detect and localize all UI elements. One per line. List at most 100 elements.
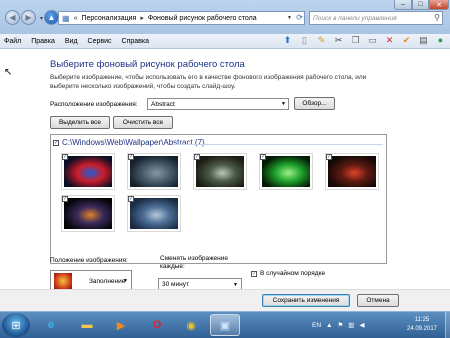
- address-chevron[interactable]: «: [74, 15, 78, 22]
- document-icon[interactable]: ▯: [299, 35, 310, 46]
- cut-icon[interactable]: ✂: [333, 35, 344, 46]
- thumbnail-checkbox[interactable]: ✓: [62, 154, 68, 160]
- main-content: Выберите фоновый рисунок рабочего стола …: [0, 49, 450, 290]
- back-arrow-icon: ◀: [9, 13, 16, 22]
- position-preview-icon: [54, 273, 72, 289]
- delete-icon[interactable]: ✕: [384, 35, 395, 46]
- page-title: Выберите фоновый рисунок рабочего стола: [50, 59, 245, 70]
- search-input[interactable]: Поиск в панели управления ⚲: [309, 11, 443, 25]
- wallpaper-image: [328, 156, 376, 187]
- group-checkbox[interactable]: ✓: [53, 139, 59, 146]
- dialog-footer: Сохранить изменения Отмена: [0, 289, 450, 311]
- save-button[interactable]: Сохранить изменения: [262, 294, 350, 307]
- action-center-icon[interactable]: ⚑: [337, 321, 343, 329]
- breadcrumb-separator-icon[interactable]: ▸: [140, 14, 144, 22]
- position-value: Заполнение: [89, 278, 126, 285]
- breadcrumb-desktop-background[interactable]: Фоновый рисунок рабочего стола: [148, 15, 257, 22]
- taskbar-explorer[interactable]: ▬: [72, 314, 102, 336]
- group-divider: [173, 144, 383, 145]
- interval-value: 30 минут: [162, 280, 189, 288]
- wallpaper-thumbnail[interactable]: ✓: [127, 195, 181, 232]
- show-desktop-button[interactable]: [445, 312, 450, 338]
- wallpaper-image: [262, 156, 310, 187]
- wallpaper-image: [130, 156, 178, 187]
- cancel-button[interactable]: Отмена: [357, 294, 399, 307]
- search-icon[interactable]: ⚲: [434, 13, 440, 22]
- thumbnail-checkbox[interactable]: ✓: [194, 154, 200, 160]
- language-indicator[interactable]: EN: [312, 322, 321, 329]
- check-icon[interactable]: ✔: [401, 35, 412, 46]
- up-arrow-icon: ▲: [47, 13, 56, 22]
- browse-button[interactable]: Обзор...: [294, 97, 335, 110]
- wallpaper-image: [64, 156, 112, 187]
- back-button[interactable]: ◀: [5, 10, 20, 25]
- shuffle-option[interactable]: ✓ В случайном порядке: [251, 270, 325, 277]
- menu-bar: Файл Правка Вид Сервис Справка ⬆ ▯ ✎ ✂ ❐…: [0, 34, 450, 49]
- chevron-down-icon: ▼: [233, 282, 238, 288]
- location-value: Abstract: [151, 100, 175, 108]
- thumbnail-checkbox[interactable]: ✓: [128, 196, 134, 202]
- location-select[interactable]: Abstract ▼: [147, 98, 289, 110]
- search-placeholder: Поиск в панели управления: [313, 14, 397, 22]
- wallpaper-thumbnail[interactable]: ✓: [127, 153, 181, 190]
- menu-help[interactable]: Справка: [122, 38, 149, 45]
- upload-icon[interactable]: ⬆: [282, 35, 293, 46]
- minimize-button[interactable]: –: [394, 0, 412, 10]
- breadcrumb-personalization[interactable]: Персонализация: [81, 15, 136, 22]
- clear-all-button[interactable]: Очистить все: [113, 116, 173, 129]
- copy-icon[interactable]: ❐: [350, 35, 361, 46]
- shuffle-checkbox[interactable]: ✓: [251, 270, 257, 277]
- ie-icon: e: [47, 319, 55, 331]
- properties-icon[interactable]: ▤: [418, 35, 429, 46]
- maximize-button[interactable]: □: [412, 0, 429, 10]
- tray-expand-icon[interactable]: ▲: [326, 322, 332, 329]
- thumbnail-checkbox[interactable]: ✓: [62, 196, 68, 202]
- maximize-icon: □: [418, 1, 423, 8]
- group-header[interactable]: ✓ C:\Windows\Web\Wallpaper\Abstract (7): [53, 138, 205, 147]
- start-button[interactable]: ⊞: [2, 313, 30, 337]
- network-icon[interactable]: ▥: [348, 321, 354, 329]
- close-button[interactable]: ✕: [429, 0, 449, 10]
- position-select[interactable]: Заполнение ▼: [50, 270, 132, 290]
- thumbnail-checkbox[interactable]: ✓: [260, 154, 266, 160]
- menu-file[interactable]: Файл: [4, 38, 21, 45]
- wallpaper-thumbnail[interactable]: ✓: [61, 153, 115, 190]
- taskbar: ⊞ e ▬ ▶ O ◉ ▣ EN ▲ ⚑ ▥ ◀ 11:25 24.09.201…: [0, 311, 450, 338]
- thumbnail-checkbox[interactable]: ✓: [326, 154, 332, 160]
- paste-icon[interactable]: ▭: [367, 35, 378, 46]
- thumbnail-checkbox[interactable]: ✓: [128, 154, 134, 160]
- pin-icon[interactable]: ✎: [316, 35, 327, 46]
- wallpaper-thumbnail[interactable]: ✓: [193, 153, 247, 190]
- menu-edit[interactable]: Правка: [31, 38, 55, 45]
- menu-view[interactable]: Вид: [65, 38, 78, 45]
- wallpaper-thumbnail[interactable]: ✓: [61, 195, 115, 232]
- address-bar[interactable]: ▦ « Персонализация ▸ Фоновый рисунок раб…: [58, 11, 305, 25]
- minimize-icon: –: [401, 1, 405, 8]
- wallpaper-gallery[interactable]: ✓ C:\Windows\Web\Wallpaper\Abstract (7) …: [50, 134, 387, 264]
- select-all-button[interactable]: Выделить все: [50, 116, 110, 129]
- taskbar-opera[interactable]: O: [142, 314, 172, 336]
- clock[interactable]: 11:25 24.09.2017: [402, 316, 442, 334]
- volume-icon[interactable]: ◀: [359, 321, 364, 329]
- group-path: C:\Windows\Web\Wallpaper\Abstract (7): [62, 138, 205, 147]
- shuffle-label: В случайном порядке: [260, 270, 326, 277]
- taskbar-chrome[interactable]: ◉: [176, 314, 206, 336]
- taskbar-ie[interactable]: e: [36, 314, 66, 336]
- up-level-button[interactable]: ▲: [44, 10, 59, 25]
- forward-button[interactable]: ▶: [21, 10, 36, 25]
- chevron-down-icon[interactable]: ▼: [287, 15, 292, 21]
- wallpaper-thumbnail[interactable]: ✓: [325, 153, 379, 190]
- page-description: Выберите изображение, чтобы использовать…: [50, 74, 367, 90]
- refresh-icon[interactable]: ⟳: [296, 13, 303, 22]
- position-label: Положение изображения:: [50, 257, 128, 264]
- toolbar: ⬆ ▯ ✎ ✂ ❐ ▭ ✕ ✔ ▤ ●: [282, 35, 446, 46]
- location-label: Расположение изображения:: [50, 101, 138, 108]
- taskbar-media-player[interactable]: ▶: [106, 314, 136, 336]
- clock-date: 24.09.2017: [406, 326, 438, 332]
- wallpaper-thumbnail[interactable]: ✓: [259, 153, 313, 190]
- menu-tools[interactable]: Сервис: [88, 38, 112, 45]
- wallpaper-image: [64, 198, 112, 229]
- taskbar-control-panel[interactable]: ▣: [210, 314, 240, 336]
- globe-icon[interactable]: ●: [435, 35, 446, 46]
- window-titlebar: ◀ ▶ ▾ ▲ ▦ « Персонализация ▸ Фоновый рис…: [0, 0, 450, 34]
